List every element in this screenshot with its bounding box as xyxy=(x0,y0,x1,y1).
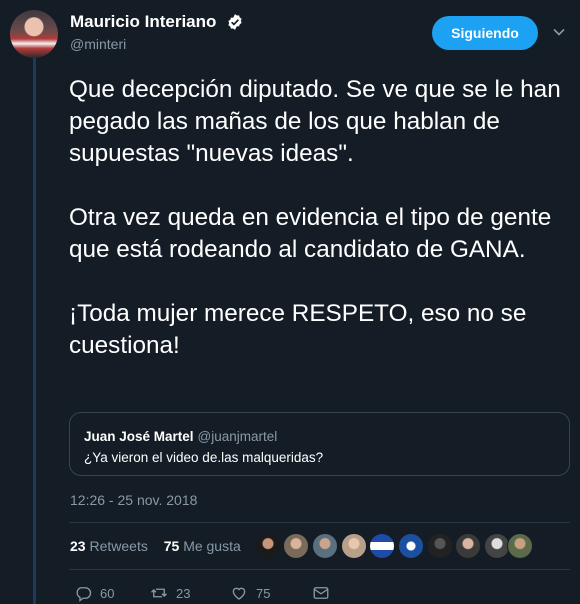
liker-avatar[interactable] xyxy=(507,533,533,559)
quoted-tweet[interactable]: Juan José Martel @juanjmartel ¿Ya vieron … xyxy=(69,412,570,476)
chevron-down-icon[interactable] xyxy=(552,25,566,39)
tweet-paragraph: ¡Toda mujer merece RESPETO, eso no se cu… xyxy=(69,300,527,359)
quoted-author-name: Juan José Martel xyxy=(84,429,194,444)
liker-avatar[interactable] xyxy=(369,533,395,559)
reply-action[interactable]: 60 xyxy=(74,584,114,602)
liker-avatar[interactable] xyxy=(455,533,481,559)
liker-avatar[interactable] xyxy=(398,533,424,559)
reply-count: 60 xyxy=(100,585,115,601)
retweets-label: Retweets xyxy=(89,538,148,554)
retweet-icon xyxy=(151,588,167,598)
retweets-stat[interactable]: 23 Retweets xyxy=(70,538,148,554)
retweet-action[interactable]: 23 xyxy=(150,584,190,602)
likes-label: Me gusta xyxy=(183,538,241,554)
quoted-author: Juan José Martel @juanjmartel xyxy=(84,429,277,444)
likes-count: 75 xyxy=(163,538,180,554)
author-info[interactable]: Mauricio Interiano @minteri xyxy=(70,12,244,52)
verified-badge-icon xyxy=(228,14,242,30)
following-button[interactable]: Siguiendo xyxy=(432,16,538,50)
divider xyxy=(69,569,570,570)
like-action[interactable]: 75 xyxy=(230,584,270,602)
direct-message-action[interactable] xyxy=(312,584,338,602)
liker-avatar[interactable] xyxy=(341,533,367,559)
liker-avatar[interactable] xyxy=(312,533,338,559)
liker-avatar[interactable] xyxy=(255,533,281,559)
author-handle[interactable]: @minteri xyxy=(70,36,244,52)
reply-icon xyxy=(76,587,92,602)
retweets-count: 23 xyxy=(70,538,86,554)
tweet-paragraph: Otra vez queda en evidencia el tipo de g… xyxy=(69,204,552,263)
author-name[interactable]: Mauricio Interiano xyxy=(70,12,216,32)
divider xyxy=(69,522,570,523)
liker-avatar[interactable] xyxy=(427,533,453,559)
direct-message-icon xyxy=(313,587,329,599)
likes-stat[interactable]: 75 Me gusta xyxy=(164,538,241,554)
tweet-paragraph: Que decepción diputado. Se ve que se le … xyxy=(69,76,561,167)
author-avatar[interactable] xyxy=(10,10,58,58)
tweet-text: Que decepción diputado. Se ve que se le … xyxy=(69,74,574,362)
retweet-count: 23 xyxy=(176,585,191,601)
heart-icon xyxy=(232,587,246,600)
tweet-stats: 23 Retweets 75 Me gusta xyxy=(70,538,253,554)
liker-avatar[interactable] xyxy=(283,533,309,559)
tweet-timestamp[interactable]: 12:26 - 25 nov. 2018 xyxy=(70,492,197,508)
like-count: 75 xyxy=(256,585,271,601)
thread-line xyxy=(33,58,36,604)
quoted-tweet-text: ¿Ya vieron el video de.las malqueridas? xyxy=(84,450,324,465)
quoted-author-handle: @juanjmartel xyxy=(197,429,278,444)
